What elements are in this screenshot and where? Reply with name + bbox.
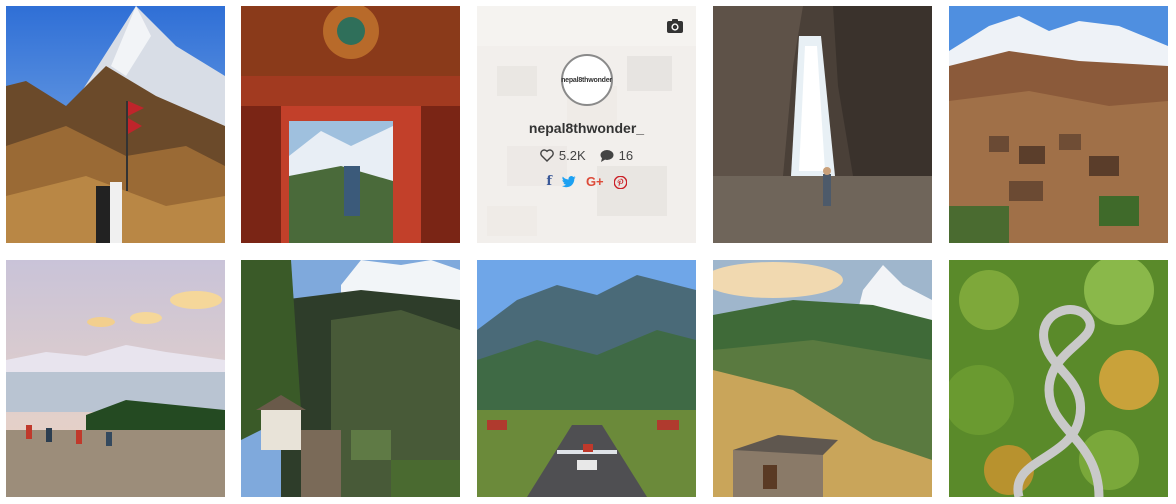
- photo-tile-valley-lodge[interactable]: [241, 260, 460, 497]
- photo-tile-sunrise-viewpoint[interactable]: [6, 260, 225, 497]
- photo-tile-lukla-airstrip[interactable]: [477, 260, 696, 497]
- photo-tile-winding-road[interactable]: [949, 260, 1168, 497]
- camera-icon[interactable]: [666, 18, 684, 34]
- profile-avatar[interactable]: nepal8thwonder: [560, 54, 613, 106]
- photo-mountain-flag: [6, 6, 225, 243]
- instagram-feed-grid: nepal8thwonder nepal8thwonder_ 5.2K 16 f…: [0, 0, 1176, 504]
- share-buttons: f G+: [546, 175, 627, 189]
- photo-valley-lodge: [241, 260, 460, 497]
- google-plus-share-icon[interactable]: G+: [586, 175, 604, 189]
- twitter-share-icon[interactable]: [561, 176, 576, 188]
- likes-count: 5.2K: [558, 148, 586, 163]
- comments-count: 16: [618, 148, 634, 163]
- likes-stat: 5.2K: [540, 148, 586, 163]
- photo-tile-machhapuchhre-flag[interactable]: [6, 6, 225, 243]
- photo-monastery-door: [241, 6, 460, 243]
- profile-username[interactable]: nepal8thwonder_: [529, 120, 644, 136]
- heart-icon: [540, 149, 554, 162]
- photo-tile-mountain-village[interactable]: [949, 6, 1168, 243]
- facebook-share-icon[interactable]: f: [546, 175, 552, 189]
- comments-stat: 16: [600, 148, 633, 163]
- photo-stone-hut-hills: [713, 260, 932, 497]
- photo-lukla-airstrip: [477, 260, 696, 497]
- photo-sunrise-viewpoint: [6, 260, 225, 497]
- photo-winding-road: [949, 260, 1168, 497]
- photo-mountain-village: [949, 6, 1168, 243]
- post-info-overlay: nepal8thwonder nepal8thwonder_ 5.2K 16 f…: [477, 6, 696, 243]
- post-stats: 5.2K 16: [540, 148, 633, 163]
- photo-tile-monastery-door[interactable]: [241, 6, 460, 243]
- photo-tile-hover-overlay[interactable]: nepal8thwonder nepal8thwonder_ 5.2K 16 f…: [477, 6, 696, 243]
- photo-tile-stone-hut-hills[interactable]: [713, 260, 932, 497]
- comment-icon: [600, 150, 614, 162]
- avatar-logo-text: nepal8thwonder: [561, 76, 612, 84]
- pinterest-share-icon[interactable]: [613, 175, 627, 189]
- photo-tile-gorge-waterfall[interactable]: [713, 6, 932, 243]
- photo-gorge-waterfall: [713, 6, 932, 243]
